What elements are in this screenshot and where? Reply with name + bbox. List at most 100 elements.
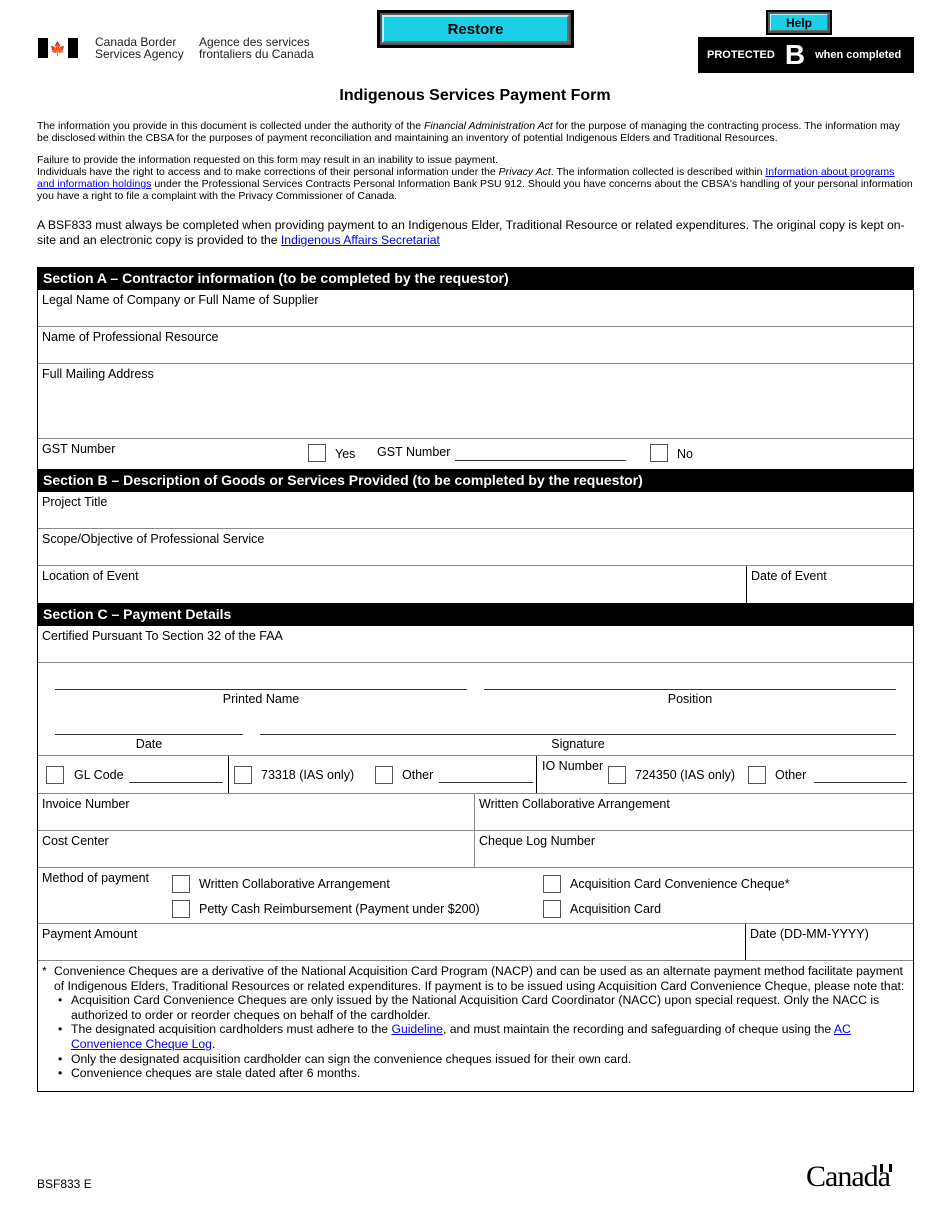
method-of-payment-label: Method of payment [42,871,150,885]
resource-name-field[interactable]: Name of Professional Resource [38,327,913,363]
gst-row: GST Number Yes GST Number No [38,439,913,469]
text: . The information collected is described… [550,166,766,178]
gl-73318-label: 73318 (IAS only) [261,768,355,782]
text: Individuals have the right to access and… [37,166,499,178]
resource-name-input[interactable] [42,344,909,360]
cheque-log-field[interactable]: Cheque Log Number [475,831,913,867]
notes-bullet: • Acquisition Card Convenience Cheques ar… [58,993,909,1022]
date-line[interactable] [55,734,243,735]
invoice-row: Invoice Number Written Collaborative Arr… [38,794,913,831]
resource-name-label: Name of Professional Resource [42,330,219,344]
bullet-icon: • [58,1051,63,1066]
signature-line[interactable] [260,734,896,735]
invoice-number-input[interactable] [42,811,470,827]
protected-level: B [784,39,806,70]
io-724350-checkbox[interactable] [608,766,626,784]
scope-input[interactable] [42,546,909,562]
project-title-field[interactable]: Project Title [38,492,913,528]
method-convenience-cheque-checkbox[interactable] [543,875,561,893]
failure-notice: Failure to provide the information reque… [37,154,499,166]
project-title-input[interactable] [42,509,909,525]
written-collab-field[interactable]: Written Collaborative Arrangement [475,794,913,830]
bullet-icon: • [58,993,63,1008]
signature-label: Signature [551,737,605,751]
payment-date-field[interactable]: Date (DD-MM-YYYY) [746,924,913,960]
agency-fr-line2: frontaliers du Canada [199,47,314,61]
method-acquisition-card-checkbox[interactable] [543,900,561,918]
text: , and must maintain the recording and sa… [442,1022,834,1037]
io-other-input[interactable] [814,767,907,783]
section-b-heading: Section B – Description of Goods or Serv… [38,469,913,492]
wordmark-text: Canada [806,1160,891,1193]
canada-flag-icon: 🍁 [38,38,78,58]
gst-yes-checkbox[interactable] [308,444,326,462]
date-of-event-field[interactable]: Date of Event [746,566,913,603]
agency-name-english: Canada Border Services Agency [95,36,184,60]
gl-other-checkbox[interactable] [375,766,393,784]
gl-code-input[interactable] [129,767,223,783]
payment-amount-field[interactable]: Payment Amount [38,924,746,960]
mailing-address-field[interactable]: Full Mailing Address [38,364,913,438]
cost-center-input[interactable] [42,848,470,864]
project-title-label: Project Title [42,495,108,509]
cost-center-field[interactable]: Cost Center [38,831,475,867]
payment-date-input[interactable] [750,941,909,957]
privacy-notice-paragraph-1: The information you provide in this docu… [37,120,913,144]
date-of-event-input[interactable] [751,584,909,600]
legal-name-input[interactable] [42,307,909,323]
privacy-rights-text: Individuals have the right to access and… [37,166,913,202]
position-line[interactable] [484,689,896,690]
guideline-link[interactable]: Guideline [391,1022,443,1036]
help-button[interactable]: Help [766,10,832,35]
cheque-log-label: Cheque Log Number [479,834,596,848]
written-collab-label: Written Collaborative Arrangement [479,797,670,811]
text: . [211,1036,216,1051]
method-of-payment-row: Method of payment Written Collaborative … [38,868,913,924]
legal-name-field[interactable]: Legal Name of Company or Full Name of Su… [38,290,913,326]
restore-button-label: Restore [382,15,569,43]
io-number-cell: IO Number 724350 (IAS only) Other [537,756,913,793]
asterisk: * [42,964,47,978]
indigenous-affairs-secretariat-link[interactable]: Indigenous Affairs Secretariat [281,233,440,247]
method-written-collab-checkbox[interactable] [172,875,190,893]
protected-suffix: when completed [815,49,902,61]
cheque-log-input[interactable] [479,848,909,864]
location-input[interactable] [42,584,742,600]
form-code: BSF833 E [37,1177,92,1191]
gl-io-row: GL Code 73318 (IAS only) Other IO Number… [38,756,913,794]
convenience-cheque-notes: * Convenience Cheques are a derivative o… [38,961,913,1092]
gst-number-input[interactable] [455,445,626,461]
legal-name-row: Legal Name of Company or Full Name of Su… [38,290,913,327]
method-petty-cash-label: Petty Cash Reimbursement (Payment under … [199,902,480,916]
page-title: Indigenous Services Payment Form [339,87,611,104]
bsf833-requirement-text: A BSF833 must always be completed when p… [37,218,913,248]
certified-row: Certified Pursuant To Section 32 of the … [38,626,913,663]
payment-amount-input[interactable] [42,941,741,957]
gst-number-inline-label: GST Number [377,445,451,459]
invoice-number-field[interactable]: Invoice Number [38,794,475,830]
restore-button[interactable]: Restore [377,10,574,48]
scope-label: Scope/Objective of Professional Service [42,532,265,546]
gl-73318-checkbox[interactable] [234,766,252,784]
printed-name-line[interactable] [55,689,467,690]
payment-form: Section A – Contractor information (to b… [37,267,914,1092]
location-field[interactable]: Location of Event [38,566,746,603]
agency-name-french: Agence des services frontaliers du Canad… [199,36,314,60]
method-petty-cash-checkbox[interactable] [172,900,190,918]
wordmark-flag-icon [879,1164,892,1172]
method-written-collab-label: Written Collaborative Arrangement [199,877,390,891]
gl-code-label: GL Code [74,768,124,782]
notes-intro: * Convenience Cheques are a derivative o… [42,964,909,993]
gl-other-input[interactable] [439,767,533,783]
mailing-address-row: Full Mailing Address [38,364,913,439]
bullet-icon: • [58,1022,63,1037]
written-collab-input[interactable] [479,811,909,827]
act-name: Privacy Act [498,166,551,178]
gl-code-checkbox[interactable] [46,766,64,784]
project-title-row: Project Title [38,492,913,529]
bullet-text: Convenience cheques are stale dated afte… [71,1066,361,1081]
io-other-checkbox[interactable] [748,766,766,784]
agency-en-line2: Services Agency [95,47,184,61]
gst-no-checkbox[interactable] [650,444,668,462]
scope-field[interactable]: Scope/Objective of Professional Service [38,529,913,565]
